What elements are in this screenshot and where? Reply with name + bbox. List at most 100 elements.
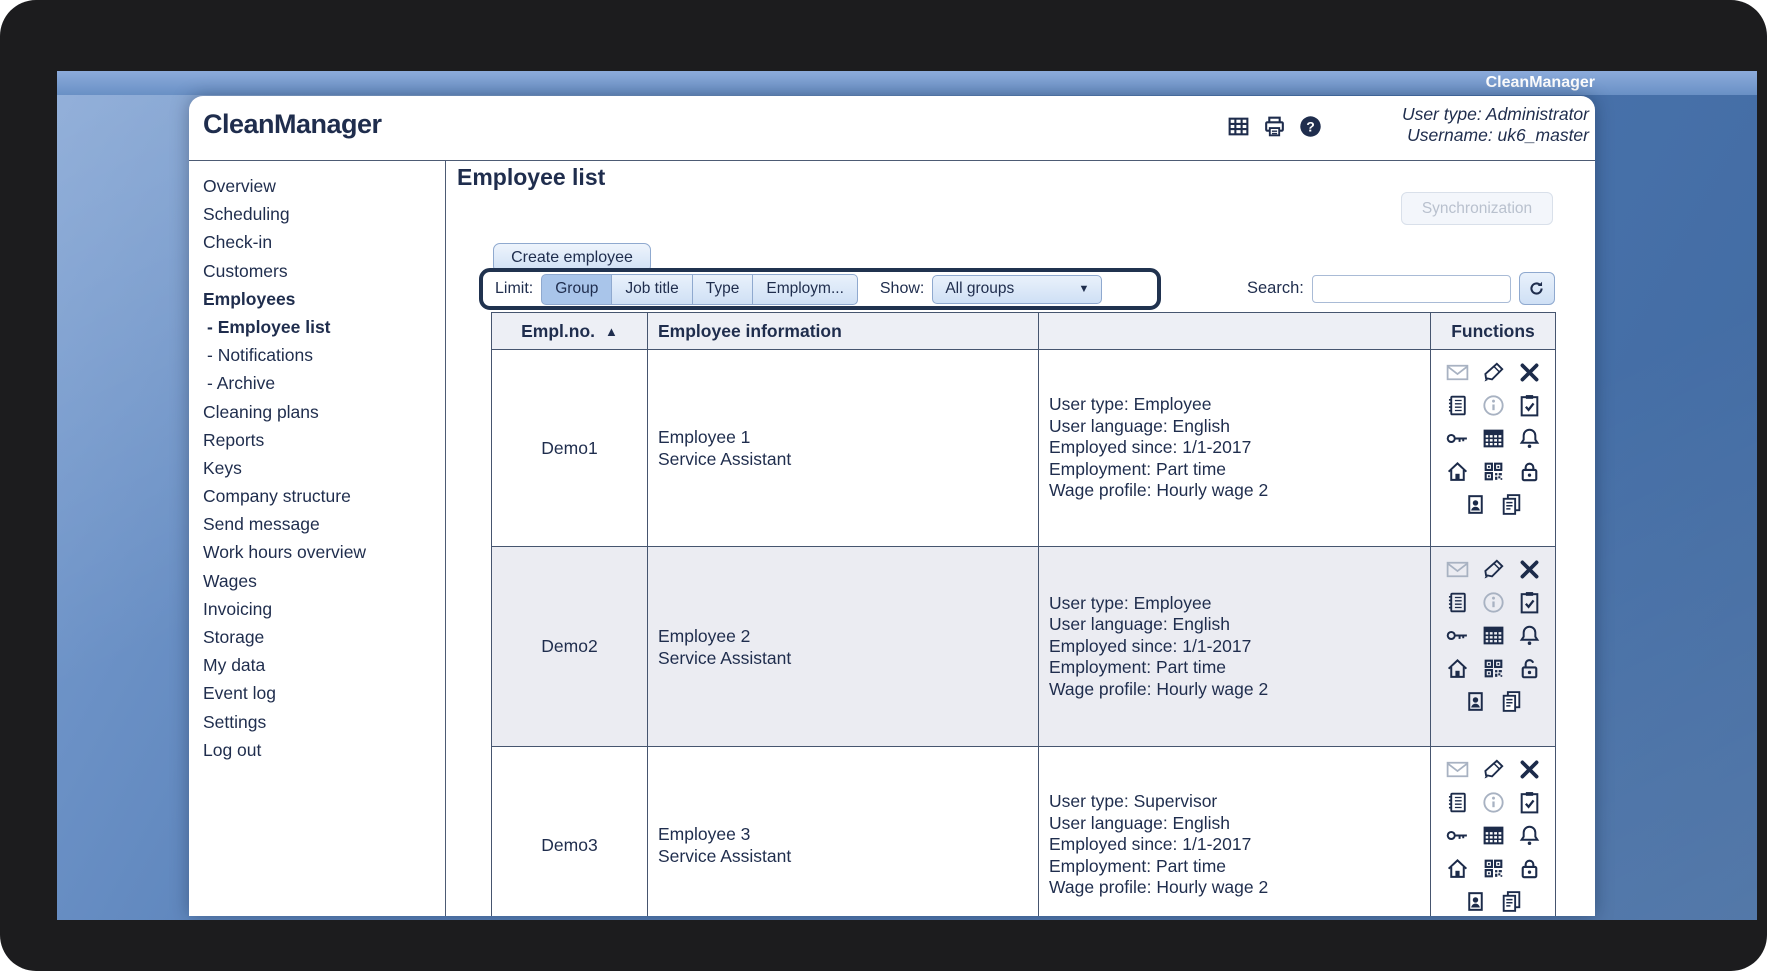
delete-icon[interactable] — [1515, 755, 1543, 783]
detail-line: Employment: Part time — [1049, 459, 1430, 481]
help-icon[interactable] — [1298, 114, 1323, 139]
limit-label: Limit: — [495, 280, 533, 298]
table-row: Demo3 Employee 3 Service Assistant User … — [492, 746, 1555, 916]
desktop-background: CleanManager CleanManager User type: Adm… — [57, 71, 1757, 920]
sidebar-item-notifications[interactable]: - Notifications — [189, 341, 445, 369]
sidebar-item-employee-list[interactable]: - Employee list — [189, 313, 445, 341]
sidebar-item-employees[interactable]: Employees — [189, 285, 445, 313]
home-icon[interactable] — [1443, 457, 1471, 485]
printer-icon[interactable] — [1262, 114, 1287, 139]
delete-icon[interactable] — [1515, 555, 1543, 583]
app-header: CleanManager User type: Administrator Us… — [189, 96, 1595, 161]
email-icon[interactable] — [1443, 755, 1471, 783]
edit-icon[interactable] — [1479, 555, 1507, 583]
key-icon[interactable] — [1443, 424, 1471, 452]
idcard-icon[interactable] — [1461, 490, 1489, 518]
idcard-icon[interactable] — [1461, 887, 1489, 915]
limit-job-title-button[interactable]: Job title — [611, 274, 692, 305]
sidebar-item-keys[interactable]: Keys — [189, 454, 445, 482]
tasks-icon[interactable] — [1515, 788, 1543, 816]
limit-group-button[interactable]: Group — [541, 274, 612, 305]
info-icon[interactable] — [1479, 588, 1507, 616]
home-icon[interactable] — [1443, 654, 1471, 682]
email-icon[interactable] — [1443, 555, 1471, 583]
functions-cell — [1430, 747, 1555, 916]
sidebar-nav: OverviewSchedulingCheck-inCustomersEmplo… — [189, 160, 446, 916]
refresh-button[interactable] — [1519, 272, 1555, 305]
delete-icon[interactable] — [1515, 358, 1543, 386]
sidebar-item-scheduling[interactable]: Scheduling — [189, 200, 445, 228]
detail-line: Wage profile: Hourly wage 2 — [1049, 877, 1430, 899]
show-groups-dropdown[interactable]: All groups ▼ — [932, 275, 1102, 304]
lock-icon[interactable] — [1515, 457, 1543, 485]
sidebar-item-my-data[interactable]: My data — [189, 651, 445, 679]
detail-line: User type: Supervisor — [1049, 791, 1430, 813]
sidebar-item-invoicing[interactable]: Invoicing — [189, 595, 445, 623]
bell-icon[interactable] — [1515, 821, 1543, 849]
lock-open-icon[interactable] — [1515, 654, 1543, 682]
documents-icon[interactable] — [1497, 887, 1525, 915]
sidebar-item-send-message[interactable]: Send message — [189, 510, 445, 538]
user-type-text: User type: Administrator — [1402, 104, 1589, 125]
lock-icon[interactable] — [1515, 854, 1543, 882]
sidebar-item-event-log[interactable]: Event log — [189, 679, 445, 707]
username-text: Username: uk6_master — [1402, 125, 1589, 146]
sidebar-item-cleaning-plans[interactable]: Cleaning plans — [189, 398, 445, 426]
qr-icon[interactable] — [1479, 654, 1507, 682]
sidebar-item-archive[interactable]: - Archive — [189, 369, 445, 397]
detail-line: Employed since: 1/1-2017 — [1049, 636, 1430, 658]
header-empl-no[interactable]: Empl.no. ▲ — [492, 313, 647, 349]
employee-name: Employee 3 — [658, 823, 1038, 845]
logbook-icon[interactable] — [1443, 391, 1471, 419]
sidebar-item-work-hours-overview[interactable]: Work hours overview — [189, 538, 445, 566]
function-icon-grid — [1439, 755, 1547, 882]
tasks-icon[interactable] — [1515, 588, 1543, 616]
email-icon[interactable] — [1443, 358, 1471, 386]
employee-job-title: Service Assistant — [658, 647, 1038, 669]
sidebar-item-settings[interactable]: Settings — [189, 708, 445, 736]
info-icon[interactable] — [1479, 788, 1507, 816]
show-groups-value: All groups — [945, 280, 1014, 298]
function-icon-grid — [1439, 358, 1547, 485]
bell-icon[interactable] — [1515, 621, 1543, 649]
key-icon[interactable] — [1443, 621, 1471, 649]
bell-icon[interactable] — [1515, 424, 1543, 452]
limit-type-button[interactable]: Type — [692, 274, 754, 305]
logbook-icon[interactable] — [1443, 588, 1471, 616]
home-icon[interactable] — [1443, 854, 1471, 882]
function-icon-bottom-row — [1461, 887, 1525, 915]
documents-icon[interactable] — [1497, 490, 1525, 518]
qr-icon[interactable] — [1479, 854, 1507, 882]
synchronization-button[interactable]: Synchronization — [1401, 192, 1553, 225]
tasks-icon[interactable] — [1515, 391, 1543, 419]
edit-icon[interactable] — [1479, 755, 1507, 783]
sidebar-item-check-in[interactable]: Check-in — [189, 228, 445, 256]
schedule-icon[interactable] — [1479, 424, 1507, 452]
logbook-icon[interactable] — [1443, 788, 1471, 816]
documents-icon[interactable] — [1497, 687, 1525, 715]
sidebar-item-company-structure[interactable]: Company structure — [189, 482, 445, 510]
search-input[interactable] — [1312, 275, 1511, 303]
empl-no-cell: Demo2 — [492, 547, 647, 746]
header-employee-information: Employee information — [647, 313, 1038, 349]
sidebar-item-storage[interactable]: Storage — [189, 623, 445, 651]
sidebar-item-overview[interactable]: Overview — [189, 172, 445, 200]
schedule-icon[interactable] — [1479, 821, 1507, 849]
sidebar-item-wages[interactable]: Wages — [189, 567, 445, 595]
sidebar-item-customers[interactable]: Customers — [189, 257, 445, 285]
table-grid-icon[interactable] — [1226, 114, 1251, 139]
info-icon[interactable] — [1479, 391, 1507, 419]
sidebar-item-reports[interactable]: Reports — [189, 426, 445, 454]
table-header-row: Empl.no. ▲ Employee information Function… — [492, 313, 1555, 349]
limit-employment-button[interactable]: Employm... — [752, 274, 858, 305]
key-icon[interactable] — [1443, 821, 1471, 849]
idcard-icon[interactable] — [1461, 687, 1489, 715]
empl-no-cell: Demo1 — [492, 350, 647, 546]
detail-line: Wage profile: Hourly wage 2 — [1049, 480, 1430, 502]
show-label: Show: — [880, 280, 924, 298]
edit-icon[interactable] — [1479, 358, 1507, 386]
sidebar-item-log-out[interactable]: Log out — [189, 736, 445, 764]
schedule-icon[interactable] — [1479, 621, 1507, 649]
qr-icon[interactable] — [1479, 457, 1507, 485]
table-row: Demo1 Employee 1 Service Assistant User … — [492, 349, 1555, 546]
